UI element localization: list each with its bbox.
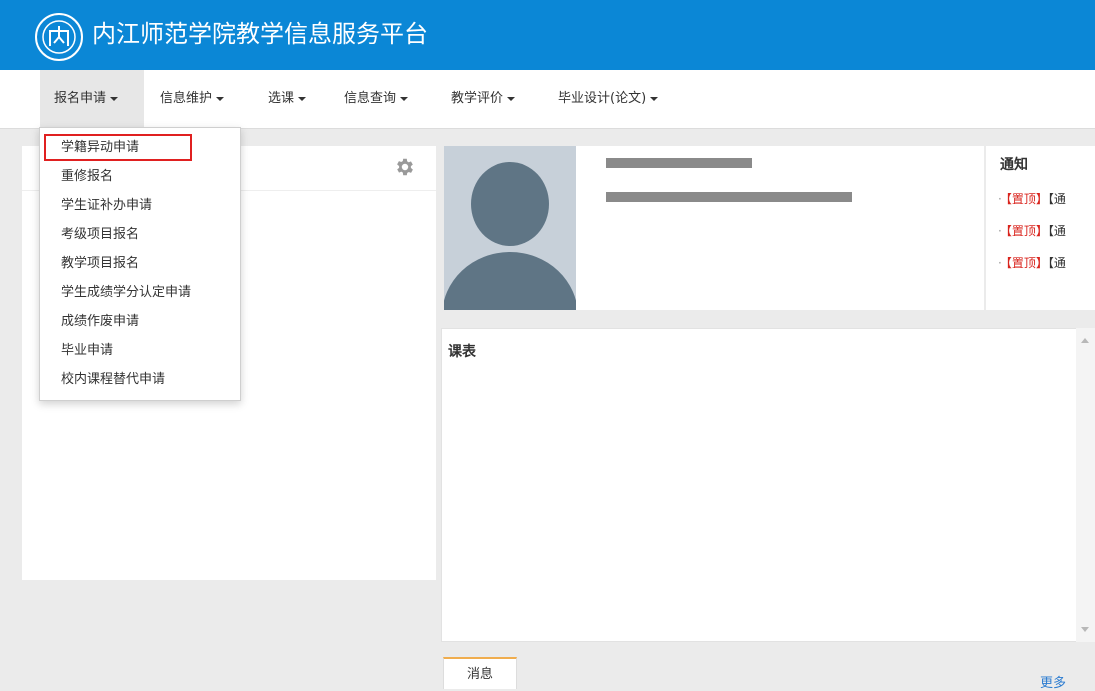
main-nav: 报名申请 信息维护 选课 信息查询 教学评价 毕业设计(论文) bbox=[0, 70, 1095, 129]
scrollbar[interactable] bbox=[1076, 328, 1095, 642]
nav-item-info-maintenance[interactable]: 信息维护 bbox=[160, 70, 225, 128]
redacted-info bbox=[606, 192, 852, 202]
notice-text: 【通 bbox=[1047, 224, 1066, 238]
scroll-up-arrow-icon[interactable] bbox=[1081, 338, 1089, 343]
bullet: · bbox=[998, 256, 1002, 270]
nav-label: 信息查询 bbox=[344, 91, 397, 106]
avatar-placeholder-icon bbox=[444, 146, 576, 310]
pinned-tag: 【置顶】 bbox=[1005, 256, 1048, 270]
notice-item[interactable]: · 【置顶】【通 bbox=[998, 254, 1066, 271]
pinned-tag: 【置顶】 bbox=[1005, 192, 1048, 206]
nav-item-teaching-evaluation[interactable]: 教学评价 bbox=[451, 70, 516, 128]
nav-label: 报名申请 bbox=[54, 91, 107, 106]
gear-icon[interactable] bbox=[394, 156, 416, 178]
chevron-down-icon bbox=[216, 96, 225, 101]
tab-messages[interactable]: 消息 bbox=[443, 657, 517, 689]
notice-panel: 通知 · 【置顶】【通 · 【置顶】【通 · 【置顶】【通 bbox=[986, 146, 1095, 310]
chevron-down-icon bbox=[110, 96, 119, 101]
chevron-down-icon bbox=[400, 96, 409, 101]
nav-item-info-query[interactable]: 信息查询 bbox=[344, 70, 409, 128]
redacted-name bbox=[606, 158, 752, 168]
notice-text: 【通 bbox=[1047, 192, 1066, 206]
menu-item-exam-registration[interactable]: 考级项目报名 bbox=[40, 220, 240, 249]
schedule-panel: 课表 bbox=[441, 328, 1077, 642]
nav-item-course-selection[interactable]: 选课 bbox=[268, 70, 307, 128]
menu-item-grade-void[interactable]: 成绩作废申请 bbox=[40, 307, 240, 336]
header-bar: 内江师范学院教学信息服务平台 bbox=[0, 0, 1095, 70]
bullet: · bbox=[998, 224, 1002, 238]
notice-item[interactable]: · 【置顶】【通 bbox=[998, 222, 1066, 239]
bullet: · bbox=[998, 192, 1002, 206]
notice-text: 【通 bbox=[1047, 256, 1066, 270]
site-title: 内江师范学院教学信息服务平台 bbox=[92, 20, 428, 48]
more-link[interactable]: 更多 bbox=[1040, 672, 1066, 691]
scroll-down-arrow-icon[interactable] bbox=[1081, 627, 1089, 632]
schedule-title: 课表 bbox=[448, 344, 476, 360]
pinned-tag: 【置顶】 bbox=[1005, 224, 1048, 238]
menu-item-student-card-reissue[interactable]: 学生证补办申请 bbox=[40, 191, 240, 220]
notice-item[interactable]: · 【置顶】【通 bbox=[998, 190, 1066, 207]
chevron-down-icon bbox=[298, 96, 307, 101]
nav-item-registration[interactable]: 报名申请 bbox=[40, 70, 144, 128]
menu-item-teaching-project[interactable]: 教学项目报名 bbox=[40, 249, 240, 278]
menu-item-graduation[interactable]: 毕业申请 bbox=[40, 336, 240, 365]
notice-title: 通知 bbox=[1000, 157, 1028, 173]
profile-card bbox=[444, 146, 984, 310]
nav-label: 选课 bbox=[268, 91, 295, 106]
menu-item-retake-registration[interactable]: 重修报名 bbox=[40, 162, 240, 191]
menu-item-course-substitution[interactable]: 校内课程替代申请 bbox=[40, 365, 240, 394]
nav-label: 教学评价 bbox=[451, 91, 504, 106]
chevron-down-icon bbox=[650, 96, 659, 101]
chevron-down-icon bbox=[507, 96, 516, 101]
nav-item-graduation-thesis[interactable]: 毕业设计(论文) bbox=[558, 70, 659, 128]
logo-icon bbox=[34, 12, 84, 62]
nav-label: 毕业设计(论文) bbox=[558, 91, 647, 106]
menu-item-status-change[interactable]: 学籍异动申请 bbox=[40, 133, 240, 162]
nav-label: 信息维护 bbox=[160, 91, 213, 106]
registration-dropdown-menu: 学籍异动申请 重修报名 学生证补办申请 考级项目报名 教学项目报名 学生成绩学分… bbox=[39, 127, 241, 401]
menu-item-credit-recognition[interactable]: 学生成绩学分认定申请 bbox=[40, 278, 240, 307]
